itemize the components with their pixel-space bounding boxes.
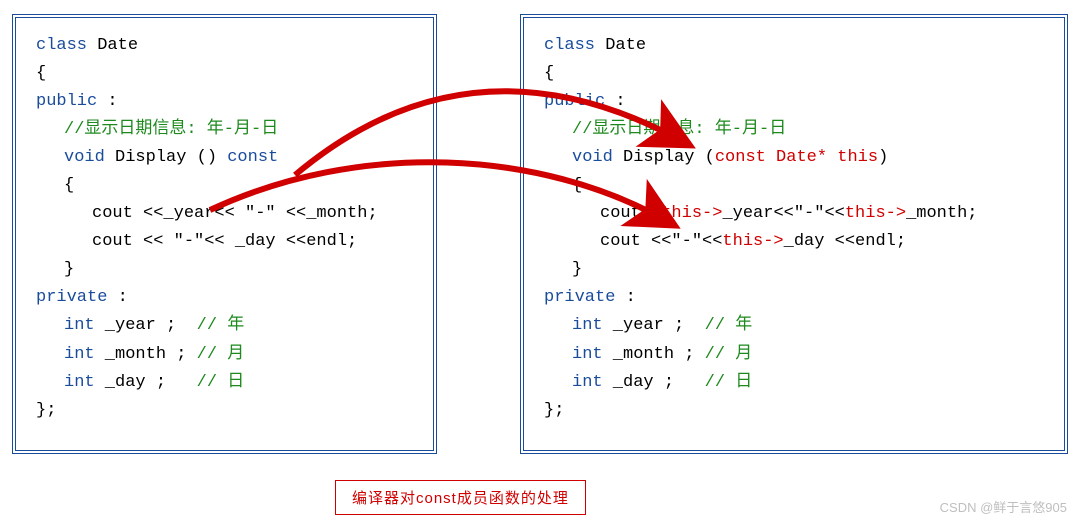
code-line: cout <<"-"<<this->_day <<endl; xyxy=(544,228,1044,256)
code-line: void Display (const Date* this) xyxy=(544,144,1044,172)
code-line: class Date xyxy=(544,32,1044,60)
code-line: int _year ; // 年 xyxy=(36,312,413,340)
code-line: { xyxy=(36,60,413,88)
code-line: { xyxy=(544,172,1044,200)
code-line: cout <<_year<< "-" <<_month; xyxy=(36,200,413,228)
caption: 编译器对const成员函数的处理 xyxy=(335,480,586,515)
code-comment: //显示日期信息: 年-月-日 xyxy=(544,116,1044,144)
code-line: cout << "-"<< _day <<endl; xyxy=(36,228,413,256)
code-line: private : xyxy=(36,284,413,312)
code-box-left: class Date { public : //显示日期信息: 年-月-日 vo… xyxy=(12,14,437,454)
code-line: }; xyxy=(36,397,413,425)
code-line: int _year ; // 年 xyxy=(544,312,1044,340)
code-line: int _day ; // 日 xyxy=(544,369,1044,397)
code-line: } xyxy=(544,256,1044,284)
code-line: cout<<this->_year<<"-"<<this->_month; xyxy=(544,200,1044,228)
code-line: private : xyxy=(544,284,1044,312)
code-line: public : xyxy=(544,88,1044,116)
code-comment: //显示日期信息: 年-月-日 xyxy=(36,116,413,144)
code-line: { xyxy=(36,172,413,200)
code-box-right: class Date { public : //显示日期信息: 年-月-日 vo… xyxy=(520,14,1068,454)
watermark: CSDN @鲜于言悠905 xyxy=(940,497,1067,516)
code-line: { xyxy=(544,60,1044,88)
code-line: int _month ; // 月 xyxy=(36,341,413,369)
code-line: } xyxy=(36,256,413,284)
code-line: }; xyxy=(544,397,1044,425)
code-line: public : xyxy=(36,88,413,116)
code-line: int _day ; // 日 xyxy=(36,369,413,397)
code-line: void Display () const xyxy=(36,144,413,172)
code-line: int _month ; // 月 xyxy=(544,341,1044,369)
code-line: class Date xyxy=(36,32,413,60)
